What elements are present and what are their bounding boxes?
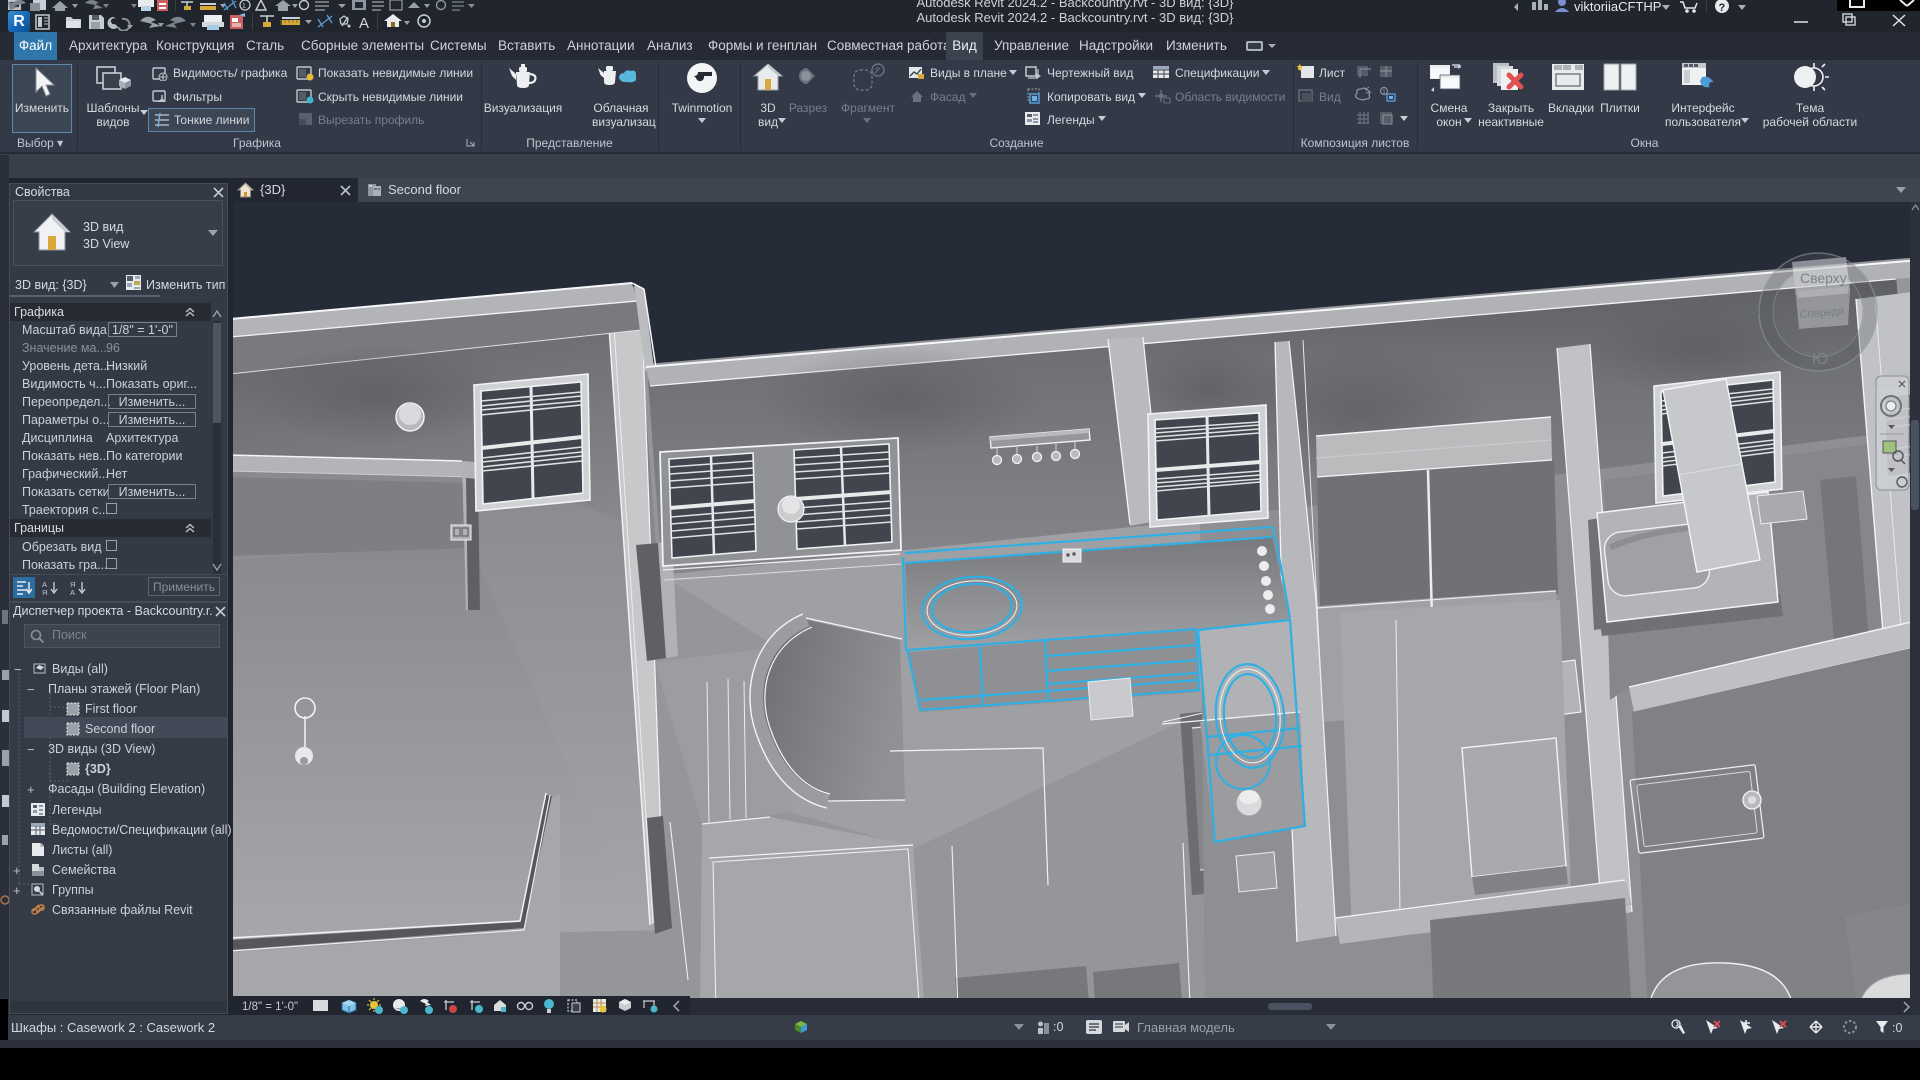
svg-text:В: В: [1868, 293, 1877, 309]
svg-text:viktoriiaCFTHP: viktoriiaCFTHP: [1574, 0, 1661, 14]
svg-text:?: ?: [1719, 2, 1726, 14]
svg-text:1: 1: [1382, 89, 1386, 96]
svg-text:Ю: Ю: [1812, 351, 1828, 368]
svg-text:1/8" = 1'-0": 1/8" = 1'-0": [242, 1001, 298, 1013]
svg-text:З: З: [1752, 303, 1760, 318]
svg-text:A: A: [359, 15, 369, 31]
svg-text:Сверху: Сверху: [1800, 270, 1847, 286]
svg-text:Я: Я: [42, 588, 47, 595]
svg-text::0: :0: [1892, 1021, 1902, 1035]
svg-text:1: 1: [242, 3, 246, 10]
svg-text:А: А: [70, 588, 75, 595]
